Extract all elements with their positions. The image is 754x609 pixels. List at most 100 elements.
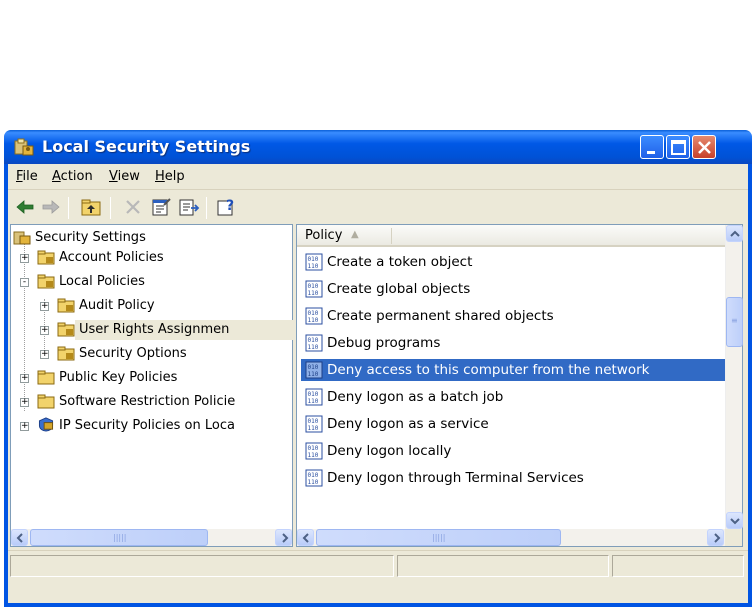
svg-text:110: 110 [308,263,319,270]
list-item[interactable]: 010 110 Create permanent shared objects [301,305,725,327]
tree-item-user-rights-row[interactable]: + User Rights Assignmen [11,320,291,340]
list-item-selected[interactable]: 010 110 Deny access to this computer from… [301,359,725,381]
column-header-policy[interactable]: Policy ▲ [297,225,725,247]
svg-text:010: 010 [308,472,319,479]
tree-horizontal-scrollbar[interactable]: ||||| [11,529,292,546]
policy-name: Create global objects [327,281,471,297]
back-arrow-icon[interactable] [14,197,36,217]
folder-icon [37,370,55,385]
list-item[interactable]: 010 110 Deny logon through Terminal Servi… [301,467,725,489]
tree-item-label: Software Restriction Policie [59,394,236,409]
policy-name: Deny logon through Terminal Services [327,470,584,486]
expand-toggle[interactable]: + [40,326,49,335]
tree-item-public-key-policies[interactable]: + Public Key Policies [11,368,291,388]
chevron-down-icon [730,518,740,525]
expand-toggle[interactable]: + [40,350,49,359]
svg-text:110: 110 [308,371,319,378]
svg-text:110: 110 [308,344,319,351]
tree-item-account-policies[interactable]: + Account Policies [11,248,291,268]
title-bar[interactable]: Local Security Settings [4,130,752,164]
help-icon[interactable]: ? [216,197,238,217]
locked-folder-icon [57,298,75,313]
scroll-right-button[interactable] [707,529,724,546]
svg-text:010: 010 [308,391,319,398]
scroll-right-button[interactable] [275,529,292,546]
policy-icon: 010110 [305,361,323,379]
locked-folder-icon [37,274,55,289]
list-item[interactable]: 010 110 Deny logon as a service [301,413,725,435]
tree-item-local-policies[interactable]: - Local Policies [11,272,291,292]
tree-item-ip-security-policies[interactable]: + IP Security Policies on Loca [11,416,291,436]
policy-name: Deny access to this computer from the ne… [327,362,650,378]
menu-view[interactable]: View [109,169,140,184]
maximize-button[interactable] [666,135,690,159]
close-button[interactable] [692,135,716,159]
status-bar [8,550,748,580]
scroll-left-button[interactable] [11,529,28,546]
scrollbar-corner [725,529,742,546]
collapse-toggle[interactable]: - [20,278,29,287]
list-item[interactable]: 010 110 Create global objects [301,278,725,300]
toolbar-separator [110,197,111,219]
toolbar-separator [68,197,69,219]
svg-text:110: 110 [308,290,319,297]
list-item[interactable]: 010 110 Deny logon locally [301,440,725,462]
folder-icon [37,394,55,409]
local-security-settings-window: Local Security Settings File Action View… [4,130,752,607]
chevron-up-icon [730,230,740,237]
maximize-icon [671,140,686,155]
window-client: File Action View Help ? Security Setting… [8,164,748,603]
scroll-grip: ≡ [731,316,738,325]
tree-item-audit-policy[interactable]: + Audit Policy [11,296,291,316]
policy-name: Deny logon as a service [327,416,489,432]
list-item[interactable]: 010 110 Debug programs [301,332,725,354]
scroll-thumb[interactable]: ||||| [316,529,561,546]
tree-item-security-settings[interactable]: Security Settings [13,228,293,248]
expand-toggle[interactable]: + [40,302,49,311]
close-icon [698,141,711,154]
svg-text:010: 010 [308,364,319,371]
expand-toggle[interactable]: + [20,398,29,407]
tree-item-label: IP Security Policies on Loca [59,418,235,433]
forward-arrow-icon[interactable] [40,197,62,217]
policy-icon: 010110 [305,469,323,487]
minimize-button[interactable] [640,135,664,159]
tree-item-software-restriction-policies[interactable]: + Software Restriction Policie [11,392,291,412]
expand-toggle[interactable]: + [20,254,29,263]
properties-icon[interactable] [150,197,172,217]
tree-item-label: Public Key Policies [59,370,178,385]
status-cell [612,555,744,577]
tree-item-security-options[interactable]: + Security Options [11,344,291,364]
locked-folder-icon [57,346,75,361]
svg-text:110: 110 [308,317,319,324]
scroll-left-button[interactable] [297,529,314,546]
menu-file[interactable]: File [16,169,38,184]
menu-bar: File Action View Help [8,164,748,190]
tree-item-label: Security Settings [35,230,146,245]
tree-item-label: User Rights Assignmen [79,322,230,337]
svg-text:110: 110 [308,425,319,432]
list-item[interactable]: 010 110 Deny logon as a batch job [301,386,725,408]
scroll-down-button[interactable] [726,512,743,529]
policy-icon: 010110 [305,442,323,460]
expand-toggle[interactable]: + [20,422,29,431]
svg-text:010: 010 [308,445,319,452]
scroll-up-button[interactable] [726,225,743,242]
list-horizontal-scrollbar[interactable]: ||||| [297,529,742,546]
minimize-icon [647,151,655,154]
expand-toggle[interactable]: + [20,374,29,383]
policy-icon: 010110 [305,280,323,298]
export-list-icon[interactable] [178,197,200,217]
up-folder-icon[interactable] [80,197,102,217]
svg-text:010: 010 [308,418,319,425]
list-item[interactable]: 010 110 Create a token object [301,251,725,273]
chevron-left-icon [16,533,23,543]
menu-action[interactable]: Action [52,169,93,184]
scroll-thumb[interactable]: ||||| [30,529,208,546]
column-divider[interactable] [391,228,392,244]
scroll-thumb[interactable]: ≡ [726,297,743,347]
list-vertical-scrollbar[interactable]: ≡ [725,225,743,529]
delete-icon[interactable] [122,197,144,217]
menu-help[interactable]: Help [155,169,185,184]
scroll-grip: ||||| [113,533,127,542]
